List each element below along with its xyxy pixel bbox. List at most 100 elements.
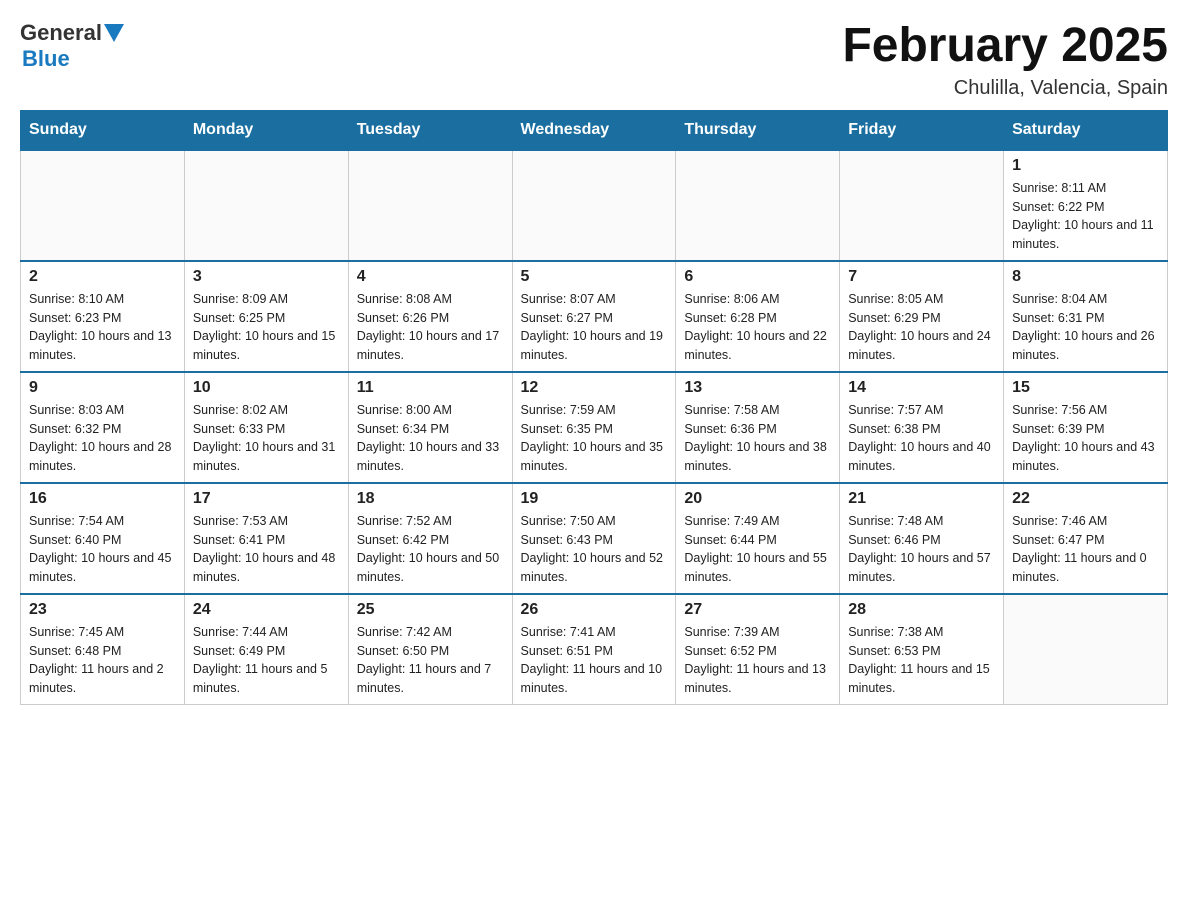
calendar-cell: 2 Sunrise: 8:10 AMSunset: 6:23 PMDaylight… — [21, 261, 185, 372]
day-info: Sunrise: 8:10 AMSunset: 6:23 PMDaylight:… — [29, 290, 176, 365]
calendar-week-row: 9 Sunrise: 8:03 AMSunset: 6:32 PMDaylight… — [21, 372, 1168, 483]
day-number: 6 — [684, 268, 831, 286]
calendar-cell — [184, 150, 348, 261]
calendar-header-friday: Friday — [840, 110, 1004, 150]
day-number: 25 — [357, 601, 504, 619]
calendar-cell — [676, 150, 840, 261]
calendar-cell: 20 Sunrise: 7:49 AMSunset: 6:44 PMDayligh… — [676, 483, 840, 594]
calendar-cell: 12 Sunrise: 7:59 AMSunset: 6:35 PMDayligh… — [512, 372, 676, 483]
calendar-cell — [840, 150, 1004, 261]
day-info: Sunrise: 7:38 AMSunset: 6:53 PMDaylight:… — [848, 623, 995, 698]
calendar-cell: 4Sunrise: 8:08 AMSunset: 6:26 PMDaylight… — [348, 261, 512, 372]
day-number: 18 — [357, 490, 504, 508]
day-info: Sunrise: 8:11 AMSunset: 6:22 PMDaylight:… — [1012, 179, 1159, 254]
calendar-week-row: 2 Sunrise: 8:10 AMSunset: 6:23 PMDaylight… — [21, 261, 1168, 372]
calendar-cell: 5 Sunrise: 8:07 AMSunset: 6:27 PMDaylight… — [512, 261, 676, 372]
calendar-cell: 13 Sunrise: 7:58 AMSunset: 6:36 PMDayligh… — [676, 372, 840, 483]
calendar-week-row: 23 Sunrise: 7:45 AMSunset: 6:48 PMDayligh… — [21, 594, 1168, 705]
day-info: Sunrise: 7:44 AMSunset: 6:49 PMDaylight:… — [193, 623, 340, 698]
calendar-cell: 25 Sunrise: 7:42 AMSunset: 6:50 PMDayligh… — [348, 594, 512, 705]
day-number: 16 — [29, 490, 176, 508]
calendar-header-thursday: Thursday — [676, 110, 840, 150]
calendar-cell: 1 Sunrise: 8:11 AMSunset: 6:22 PMDaylight… — [1004, 150, 1168, 261]
day-number: 11 — [357, 379, 504, 397]
calendar-week-row: 16Sunrise: 7:54 AMSunset: 6:40 PMDayligh… — [21, 483, 1168, 594]
day-info: Sunrise: 7:56 AMSunset: 6:39 PMDaylight:… — [1012, 401, 1159, 476]
day-number: 13 — [684, 379, 831, 397]
calendar-header-monday: Monday — [184, 110, 348, 150]
day-info: Sunrise: 7:49 AMSunset: 6:44 PMDaylight:… — [684, 512, 831, 587]
calendar-cell: 11 Sunrise: 8:00 AMSunset: 6:34 PMDayligh… — [348, 372, 512, 483]
day-info: Sunrise: 7:42 AMSunset: 6:50 PMDaylight:… — [357, 623, 504, 698]
calendar-header-tuesday: Tuesday — [348, 110, 512, 150]
day-number: 24 — [193, 601, 340, 619]
day-info: Sunrise: 8:07 AMSunset: 6:27 PMDaylight:… — [521, 290, 668, 365]
logo-blue-text: Blue — [22, 46, 70, 71]
day-number: 12 — [521, 379, 668, 397]
title-area: February 2025 Chulilla, Valencia, Spain — [842, 20, 1168, 100]
day-number: 2 — [29, 268, 176, 286]
calendar-cell: 26 Sunrise: 7:41 AMSunset: 6:51 PMDayligh… — [512, 594, 676, 705]
calendar-week-row: 1 Sunrise: 8:11 AMSunset: 6:22 PMDaylight… — [21, 150, 1168, 261]
day-number: 22 — [1012, 490, 1159, 508]
page-header: General Blue February 2025 Chulilla, Val… — [20, 20, 1168, 100]
calendar-cell — [348, 150, 512, 261]
day-info: Sunrise: 8:09 AMSunset: 6:25 PMDaylight:… — [193, 290, 340, 365]
logo-general-text: General — [20, 20, 102, 46]
calendar-cell: 28Sunrise: 7:38 AMSunset: 6:53 PMDayligh… — [840, 594, 1004, 705]
calendar-cell: 18 Sunrise: 7:52 AMSunset: 6:42 PMDayligh… — [348, 483, 512, 594]
day-info: Sunrise: 7:48 AMSunset: 6:46 PMDaylight:… — [848, 512, 995, 587]
calendar-cell — [512, 150, 676, 261]
calendar-cell: 3 Sunrise: 8:09 AMSunset: 6:25 PMDaylight… — [184, 261, 348, 372]
calendar-cell: 7 Sunrise: 8:05 AMSunset: 6:29 PMDaylight… — [840, 261, 1004, 372]
page-title: February 2025 — [842, 20, 1168, 73]
calendar-cell: 15Sunrise: 7:56 AMSunset: 6:39 PMDayligh… — [1004, 372, 1168, 483]
calendar-cell: 14 Sunrise: 7:57 AMSunset: 6:38 PMDayligh… — [840, 372, 1004, 483]
day-number: 26 — [521, 601, 668, 619]
day-number: 8 — [1012, 268, 1159, 286]
calendar-cell: 27 Sunrise: 7:39 AMSunset: 6:52 PMDayligh… — [676, 594, 840, 705]
calendar-header-row: SundayMondayTuesdayWednesdayThursdayFrid… — [21, 110, 1168, 150]
day-number: 5 — [521, 268, 668, 286]
calendar-cell: 23 Sunrise: 7:45 AMSunset: 6:48 PMDayligh… — [21, 594, 185, 705]
day-number: 23 — [29, 601, 176, 619]
day-info: Sunrise: 8:00 AMSunset: 6:34 PMDaylight:… — [357, 401, 504, 476]
calendar-table: SundayMondayTuesdayWednesdayThursdayFrid… — [20, 110, 1168, 705]
calendar-cell: 8Sunrise: 8:04 AMSunset: 6:31 PMDaylight… — [1004, 261, 1168, 372]
calendar-cell: 24 Sunrise: 7:44 AMSunset: 6:49 PMDayligh… — [184, 594, 348, 705]
day-number: 20 — [684, 490, 831, 508]
day-info: Sunrise: 8:05 AMSunset: 6:29 PMDaylight:… — [848, 290, 995, 365]
day-info: Sunrise: 7:58 AMSunset: 6:36 PMDaylight:… — [684, 401, 831, 476]
calendar-cell — [1004, 594, 1168, 705]
day-info: Sunrise: 7:39 AMSunset: 6:52 PMDaylight:… — [684, 623, 831, 698]
day-info: Sunrise: 7:50 AMSunset: 6:43 PMDaylight:… — [521, 512, 668, 587]
calendar-header-sunday: Sunday — [21, 110, 185, 150]
day-number: 10 — [193, 379, 340, 397]
calendar-cell: 9 Sunrise: 8:03 AMSunset: 6:32 PMDaylight… — [21, 372, 185, 483]
day-info: Sunrise: 7:45 AMSunset: 6:48 PMDaylight:… — [29, 623, 176, 698]
calendar-cell: 19 Sunrise: 7:50 AMSunset: 6:43 PMDayligh… — [512, 483, 676, 594]
day-info: Sunrise: 7:59 AMSunset: 6:35 PMDaylight:… — [521, 401, 668, 476]
day-number: 14 — [848, 379, 995, 397]
day-number: 1 — [1012, 157, 1159, 175]
day-number: 27 — [684, 601, 831, 619]
calendar-cell: 10Sunrise: 8:02 AMSunset: 6:33 PMDayligh… — [184, 372, 348, 483]
day-info: Sunrise: 7:41 AMSunset: 6:51 PMDaylight:… — [521, 623, 668, 698]
calendar-cell: 16Sunrise: 7:54 AMSunset: 6:40 PMDayligh… — [21, 483, 185, 594]
calendar-cell: 22 Sunrise: 7:46 AMSunset: 6:47 PMDayligh… — [1004, 483, 1168, 594]
day-number: 9 — [29, 379, 176, 397]
logo-arrow-icon — [104, 24, 124, 42]
day-number: 19 — [521, 490, 668, 508]
day-info: Sunrise: 8:03 AMSunset: 6:32 PMDaylight:… — [29, 401, 176, 476]
calendar-cell: 6 Sunrise: 8:06 AMSunset: 6:28 PMDaylight… — [676, 261, 840, 372]
day-number: 7 — [848, 268, 995, 286]
day-info: Sunrise: 8:06 AMSunset: 6:28 PMDaylight:… — [684, 290, 831, 365]
calendar-header-wednesday: Wednesday — [512, 110, 676, 150]
day-info: Sunrise: 8:08 AMSunset: 6:26 PMDaylight:… — [357, 290, 504, 365]
day-info: Sunrise: 7:57 AMSunset: 6:38 PMDaylight:… — [848, 401, 995, 476]
calendar-cell — [21, 150, 185, 261]
day-info: Sunrise: 7:46 AMSunset: 6:47 PMDaylight:… — [1012, 512, 1159, 587]
day-info: Sunrise: 7:52 AMSunset: 6:42 PMDaylight:… — [357, 512, 504, 587]
day-number: 3 — [193, 268, 340, 286]
day-info: Sunrise: 7:53 AMSunset: 6:41 PMDaylight:… — [193, 512, 340, 587]
